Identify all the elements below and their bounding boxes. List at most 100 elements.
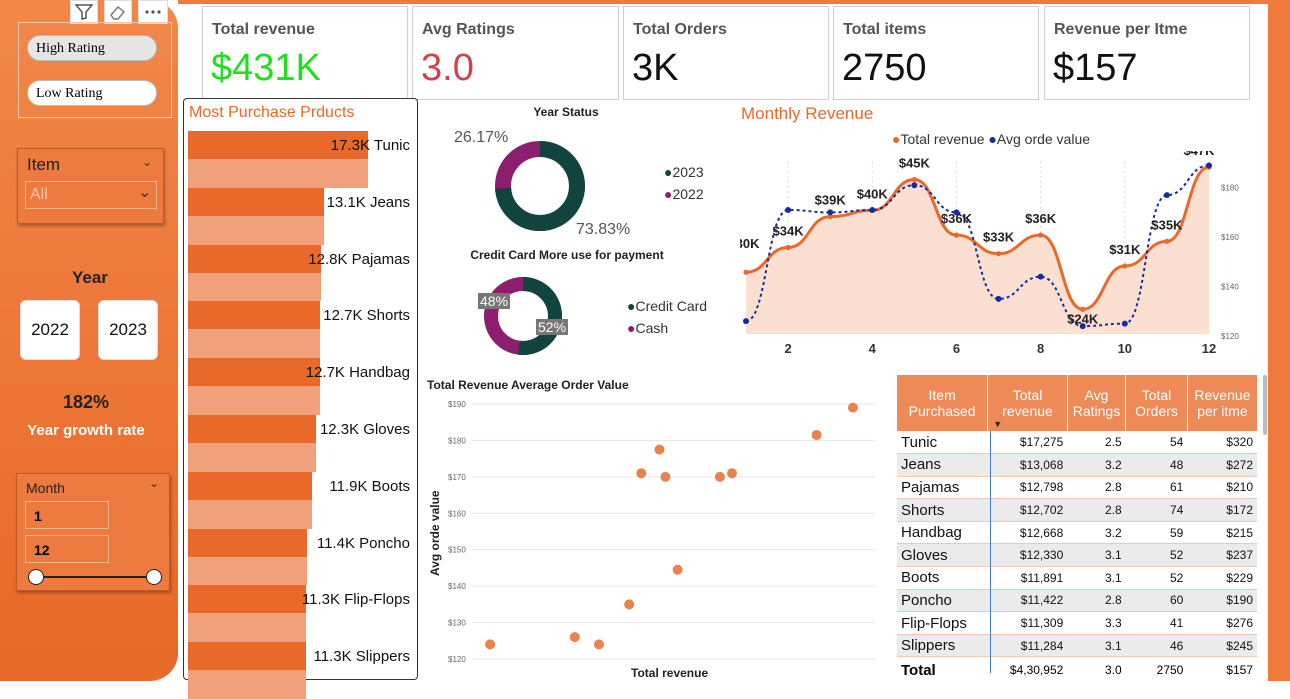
bar-6[interactable] bbox=[188, 471, 312, 500]
table-row[interactable]: Jeans $13,068 3.2 48 $272 bbox=[897, 453, 1257, 477]
scatter-point[interactable] bbox=[485, 639, 496, 650]
scatter-point[interactable] bbox=[672, 564, 683, 575]
scatter-point[interactable] bbox=[636, 468, 647, 479]
scatter-point[interactable] bbox=[811, 429, 822, 440]
monthly-revenue-chart: Monthly Revenue ●Total revenue ●Avg orde… bbox=[740, 103, 1270, 363]
table-cell: Boots bbox=[901, 569, 940, 587]
revenue-data-label: $36K bbox=[1025, 211, 1057, 226]
revenue-point[interactable] bbox=[911, 176, 917, 183]
scatter-point[interactable] bbox=[660, 471, 671, 482]
y-tick: $140 bbox=[1221, 283, 1239, 292]
bar-8[interactable] bbox=[188, 585, 306, 614]
col-item[interactable]: Item Purchased bbox=[897, 375, 988, 431]
column-divider bbox=[990, 431, 991, 673]
revenue-point[interactable] bbox=[743, 269, 749, 275]
revenue-data-label: $36K bbox=[941, 211, 973, 226]
kpi-label: Revenue per Itme bbox=[1054, 21, 1188, 38]
aov-point[interactable] bbox=[911, 182, 918, 189]
month-slicer-title: Month bbox=[26, 480, 65, 496]
table-row[interactable]: Boots $11,891 3.1 52 $229 bbox=[897, 566, 1257, 590]
revenue-point[interactable] bbox=[953, 232, 960, 238]
scatter-point[interactable] bbox=[569, 632, 580, 643]
revenue-data-label: $24K bbox=[1067, 311, 1099, 326]
item-dropdown-value: All bbox=[30, 186, 48, 203]
table-cell: $210 bbox=[1226, 480, 1253, 495]
revenue-point[interactable] bbox=[1122, 263, 1128, 269]
item-dropdown[interactable]: All ⌄ bbox=[25, 181, 157, 209]
table-cell: Shorts bbox=[901, 501, 945, 519]
year-2023-button[interactable]: 2023 bbox=[98, 300, 158, 360]
year-2022-button[interactable]: 2022 bbox=[20, 300, 80, 360]
bar-4[interactable] bbox=[188, 358, 320, 387]
revenue-point[interactable] bbox=[1164, 238, 1170, 244]
table-row[interactable]: Flip-Flops $11,309 3.3 41 $276 bbox=[897, 611, 1257, 635]
aov-point[interactable] bbox=[1206, 162, 1212, 169]
kpi-value: 2750 bbox=[842, 47, 927, 89]
month-slider-min-handle[interactable] bbox=[28, 569, 44, 585]
aov-point[interactable] bbox=[827, 209, 834, 216]
table-row[interactable]: Gloves $12,330 3.1 52 $237 bbox=[897, 543, 1257, 567]
revenue-point[interactable] bbox=[785, 244, 791, 251]
aov-point[interactable] bbox=[1037, 273, 1044, 280]
label-2022-pct: 26.17% bbox=[454, 129, 509, 146]
table-scrollbar[interactable] bbox=[1263, 375, 1267, 435]
legend-cash-label: Cash bbox=[635, 320, 669, 336]
chevron-down-icon[interactable]: ⌄ bbox=[149, 476, 159, 490]
legend-credit-card-label: Credit Card bbox=[635, 298, 708, 314]
bar-5[interactable] bbox=[188, 415, 316, 443]
aov-point[interactable] bbox=[1163, 192, 1170, 199]
scatter-point[interactable] bbox=[654, 444, 665, 455]
scatter-point[interactable] bbox=[624, 599, 635, 610]
table-row[interactable]: Handbag $12,668 3.2 59 $215 bbox=[897, 521, 1257, 544]
table-row[interactable]: Poncho $11,422 2.8 60 $190 bbox=[897, 589, 1257, 612]
more-options-icon[interactable] bbox=[138, 0, 168, 24]
eraser-icon[interactable] bbox=[104, 0, 132, 24]
revenue-point[interactable] bbox=[1038, 232, 1044, 238]
col-total-revenue[interactable]: Total revenue ▼ bbox=[987, 375, 1068, 431]
table-row[interactable]: Slippers $11,284 3.1 46 $245 bbox=[897, 634, 1257, 657]
table-row[interactable]: Pajamas $12,798 2.8 61 $210 bbox=[897, 476, 1257, 499]
bar-9[interactable] bbox=[188, 642, 306, 671]
bar-3[interactable] bbox=[188, 301, 320, 330]
bar-spacer bbox=[188, 556, 307, 586]
table-cell: $172 bbox=[1226, 503, 1253, 518]
table-cell: Handbag bbox=[901, 524, 962, 542]
scatter-point[interactable] bbox=[593, 639, 604, 650]
table-cell: 2.8 bbox=[1104, 503, 1122, 518]
table-cell: 54 bbox=[1170, 435, 1184, 450]
aov-point[interactable] bbox=[785, 206, 792, 213]
aov-point[interactable] bbox=[743, 318, 749, 325]
chevron-down-icon[interactable]: ⌄ bbox=[142, 155, 152, 169]
aov-point[interactable] bbox=[869, 206, 876, 213]
table-row[interactable]: Shorts $12,702 2.8 74 $172 bbox=[897, 498, 1257, 522]
table-total-cell: 2750 bbox=[1156, 663, 1184, 678]
bar-label: 11.9K Boots bbox=[329, 477, 410, 495]
month-min-input[interactable]: 1 bbox=[25, 501, 109, 529]
month-max-input[interactable]: 12 bbox=[25, 535, 109, 563]
x-tick: 6 bbox=[953, 341, 960, 356]
aov-point[interactable] bbox=[995, 295, 1002, 302]
aov-point[interactable] bbox=[1121, 320, 1128, 327]
bar-2[interactable] bbox=[188, 244, 321, 273]
bar-1[interactable] bbox=[188, 187, 324, 216]
sort-desc-icon[interactable]: ▼ bbox=[993, 419, 1002, 429]
bar-7[interactable] bbox=[188, 528, 307, 557]
scatter-point[interactable] bbox=[847, 402, 858, 413]
revenue-point[interactable] bbox=[995, 251, 1002, 257]
high-rating-button[interactable]: High Rating bbox=[27, 35, 157, 61]
legend-2022-label: 2022 bbox=[672, 186, 704, 202]
x-tick: 4 bbox=[869, 341, 877, 356]
col-revenue-per-item[interactable]: Revenue per itme bbox=[1186, 375, 1257, 431]
low-rating-button[interactable]: Low Rating bbox=[27, 80, 157, 106]
table-cell: $215 bbox=[1226, 525, 1253, 540]
month-slider-max-handle[interactable] bbox=[146, 569, 162, 585]
scatter-point[interactable] bbox=[726, 468, 737, 479]
y-tick: $180 bbox=[448, 436, 466, 445]
right-border bbox=[1268, 0, 1290, 681]
filter-icon[interactable] bbox=[70, 0, 98, 24]
scatter-point[interactable] bbox=[714, 471, 725, 482]
table-row[interactable]: Tunic $17,275 2.5 54 $320 bbox=[897, 431, 1257, 454]
col-avg-ratings[interactable]: Avg Ratings bbox=[1066, 375, 1126, 431]
col-total-orders[interactable]: Total Orders bbox=[1125, 375, 1188, 431]
table-cell: 61 bbox=[1170, 480, 1184, 495]
